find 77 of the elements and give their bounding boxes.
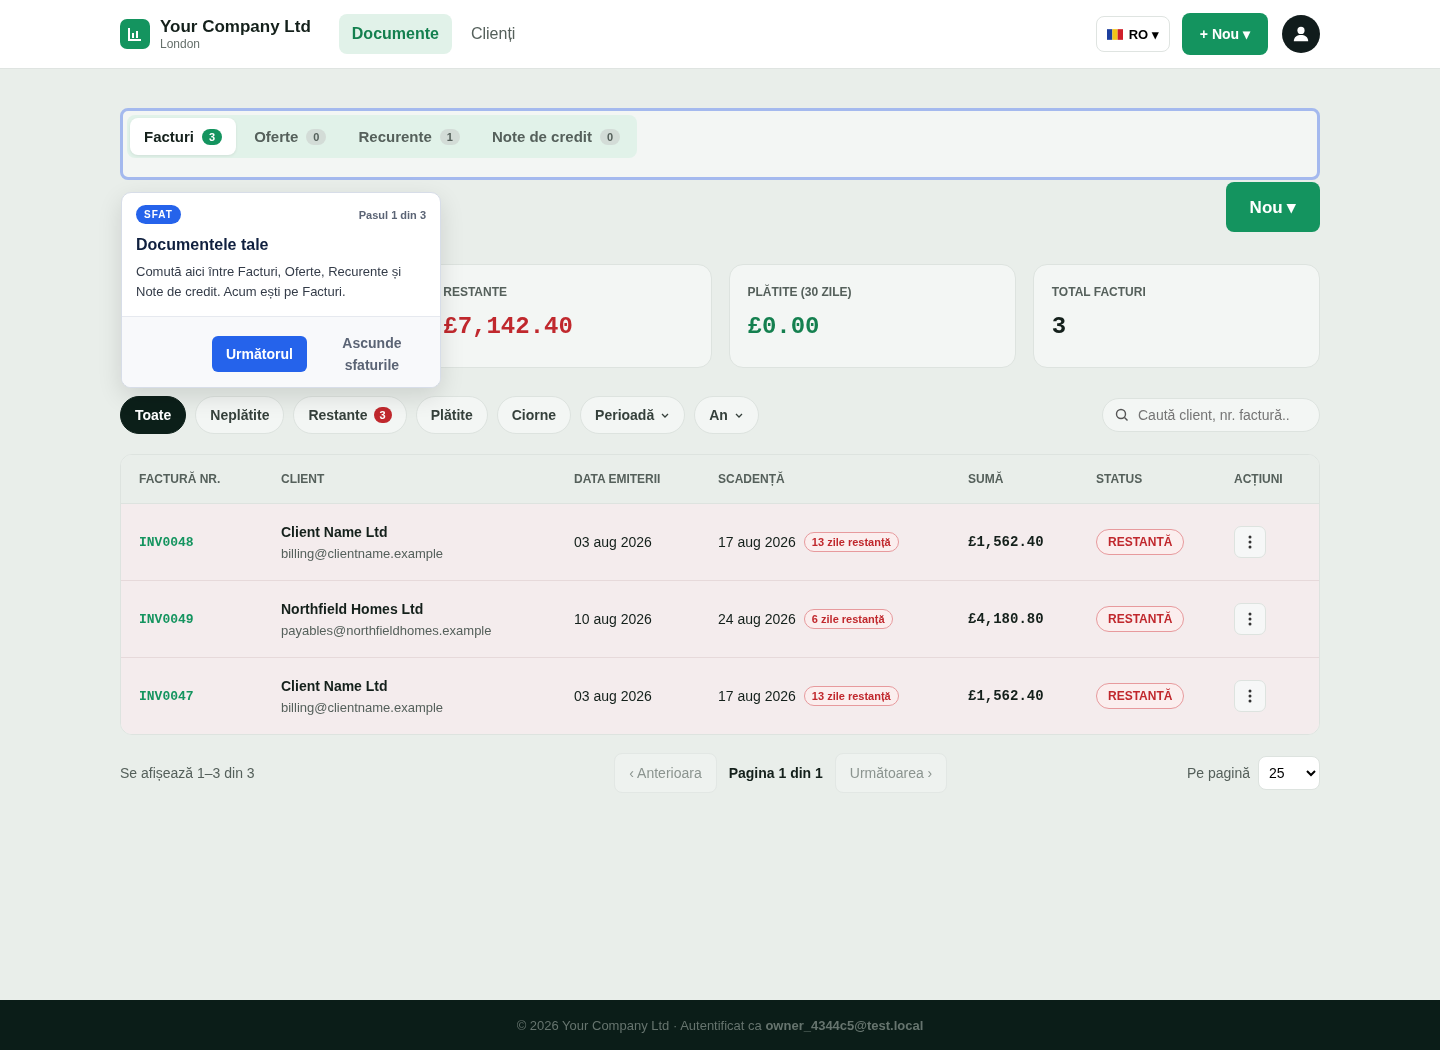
stat-value: £0.00 bbox=[747, 313, 821, 340]
invoice-number[interactable]: INV0049 bbox=[139, 611, 281, 627]
client-name: Client Name Ltd bbox=[281, 677, 389, 694]
client-name: Northfield Homes Ltd bbox=[281, 600, 425, 617]
amount: £1,562.40 bbox=[968, 534, 1045, 550]
new-document-button[interactable]: Nou ▾ bbox=[1226, 182, 1320, 232]
user-icon bbox=[1292, 25, 1310, 43]
document-tab[interactable]: Facturi 3 bbox=[130, 118, 237, 155]
status-tag: RESTANTĂ bbox=[1096, 529, 1185, 555]
issue-date: 03 aug 2026 bbox=[574, 534, 653, 550]
per-page-select[interactable]: 25 bbox=[1258, 756, 1320, 790]
per-page-label: Pe pagină bbox=[1186, 765, 1250, 781]
company-location: London bbox=[160, 37, 202, 51]
document-tab[interactable]: Recurente 1 bbox=[344, 118, 474, 155]
document-tab[interactable]: Oferte 0 bbox=[240, 118, 341, 155]
invoice-number[interactable]: INV0047 bbox=[139, 688, 281, 704]
overdue-tag: 13 zile restanță bbox=[803, 532, 899, 552]
amount: £1,562.40 bbox=[968, 688, 1045, 704]
nav-tab[interactable]: Clienți bbox=[457, 14, 529, 54]
more-actions-button[interactable] bbox=[1234, 680, 1266, 712]
stat-label: TOTAL FACTURI bbox=[1051, 285, 1147, 299]
search-field[interactable]: Caută client, nr. factură.. bbox=[1102, 398, 1320, 432]
due-date: 24 aug 2026 bbox=[718, 611, 796, 627]
tip-badge: SFAT bbox=[136, 205, 181, 224]
client-email: payables@northfieldhomes.example bbox=[281, 622, 493, 638]
results-summary: Se afișează 1–3 din 3 bbox=[120, 765, 255, 781]
language-button[interactable]: RO ▾ bbox=[1095, 16, 1170, 52]
stat-value: £7,142.40 bbox=[443, 313, 574, 340]
flag-icon bbox=[1106, 28, 1123, 40]
new-button[interactable]: + Nou ▾ bbox=[1181, 13, 1268, 55]
user-avatar-button[interactable] bbox=[1282, 15, 1320, 53]
filter-dropdown[interactable]: An bbox=[694, 396, 759, 434]
company-name: Your Company Ltd bbox=[160, 17, 311, 37]
filter-chip[interactable]: Plătite bbox=[415, 396, 488, 434]
hide-tips-button[interactable]: Ascunde sfaturile bbox=[328, 331, 415, 377]
chart-logo-icon bbox=[120, 19, 150, 49]
status-tag: RESTANTĂ bbox=[1096, 683, 1185, 709]
stat-label: RESTANTE bbox=[443, 285, 509, 299]
issue-date: 03 aug 2026 bbox=[574, 688, 653, 704]
status-tag: RESTANTĂ bbox=[1096, 606, 1185, 632]
column-header: ACȚIUNI bbox=[1234, 472, 1284, 486]
column-header: DATA EMITERII bbox=[574, 472, 662, 486]
more-actions-button[interactable] bbox=[1234, 526, 1266, 558]
step-counter: Pasul 1 din 3 bbox=[358, 208, 426, 221]
column-header: STATUS bbox=[1096, 472, 1144, 486]
document-tab[interactable]: Note de credit 0 bbox=[477, 118, 635, 155]
next-tip-button[interactable]: Următorul bbox=[212, 336, 307, 372]
filter-chip[interactable]: Restante 3 bbox=[293, 396, 407, 434]
filter-chip[interactable]: Neplătite bbox=[195, 396, 285, 434]
issue-date: 10 aug 2026 bbox=[574, 611, 653, 627]
overdue-tag: 6 zile restanță bbox=[803, 609, 893, 629]
overdue-tag: 13 zile restanță bbox=[803, 686, 899, 706]
stat-label: PLĂTITE (30 ZILE) bbox=[747, 285, 853, 299]
client-email: billing@clientname.example bbox=[281, 545, 445, 561]
column-header: CLIENT bbox=[281, 472, 326, 486]
column-header: SCADENȚĂ bbox=[718, 472, 786, 486]
client-name: Client Name Ltd bbox=[281, 523, 389, 540]
more-icon bbox=[1248, 535, 1252, 549]
more-icon bbox=[1248, 612, 1252, 626]
due-date: 17 aug 2026 bbox=[718, 534, 796, 550]
page-indicator: Pagina 1 din 1 bbox=[728, 765, 823, 781]
stat-value: 3 bbox=[1051, 313, 1068, 340]
footer-text: © 2026 Your Company Ltd · Autentificat ca owner_4344c5@test.local bbox=[516, 1017, 924, 1033]
popover-title: Documentele tale bbox=[136, 236, 270, 254]
popover-text: Comută aici între Facturi, Oferte, Recurente și Note de credit. Acum ești pe Facturi. bbox=[136, 263, 403, 301]
nav-tab[interactable]: Documente bbox=[338, 14, 452, 54]
client-email: billing@clientname.example bbox=[281, 699, 445, 715]
amount: £4,180.80 bbox=[968, 611, 1045, 627]
filter-chip[interactable]: Ciorne bbox=[496, 396, 572, 434]
filter-dropdown[interactable]: Perioadă bbox=[580, 396, 686, 434]
more-actions-button[interactable] bbox=[1234, 603, 1266, 635]
column-header: SUMĂ bbox=[968, 472, 1005, 486]
more-icon bbox=[1248, 689, 1252, 703]
filter-chip[interactable]: Toate bbox=[120, 396, 187, 434]
column-header: FACTURĂ NR. bbox=[139, 472, 222, 486]
invoice-number[interactable]: INV0048 bbox=[139, 534, 281, 550]
due-date: 17 aug 2026 bbox=[718, 688, 796, 704]
